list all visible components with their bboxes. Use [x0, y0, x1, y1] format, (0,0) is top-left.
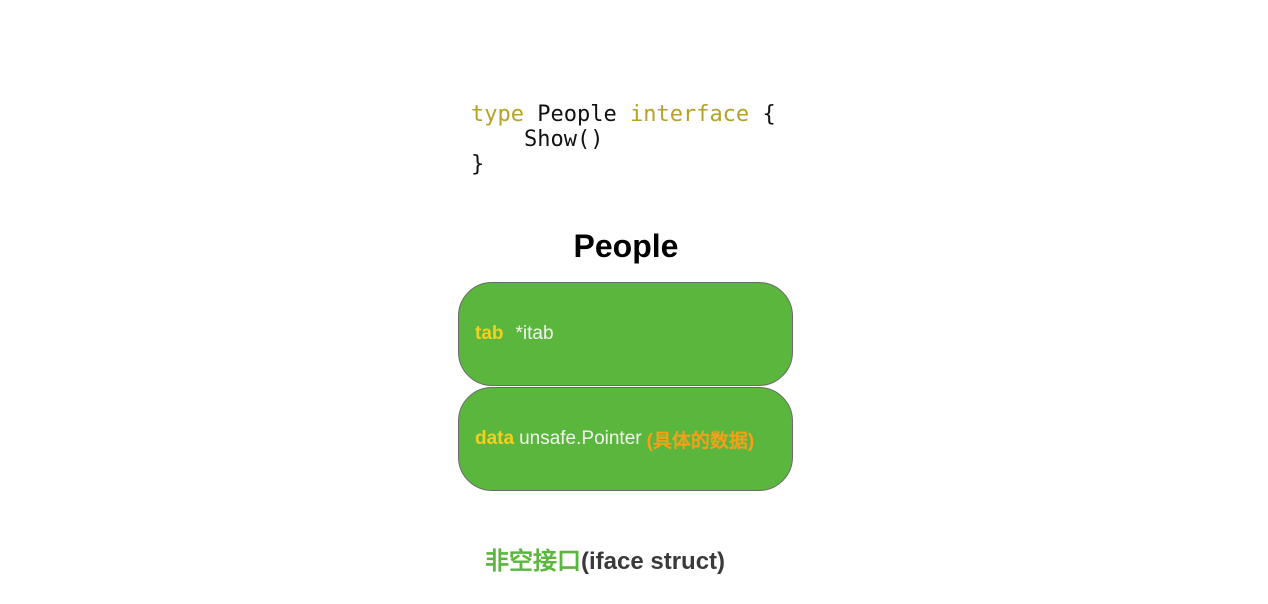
code-type-name: People: [537, 102, 617, 127]
code-method: Show(): [523, 127, 604, 152]
code-line-3: }: [471, 152, 776, 177]
code-keyword-interface: interface: [629, 102, 750, 127]
field-type-tab: *itab: [515, 323, 554, 344]
field-box-data: data unsafe.Pointer (具体的数据): [458, 387, 793, 491]
code-line-2: Show(): [471, 127, 776, 152]
struct-title: People: [573, 228, 679, 264]
caption-chinese: 非空接口: [485, 548, 581, 575]
field-name-tab: tab: [475, 323, 504, 344]
field-box-tab: tab *itab: [458, 282, 793, 386]
code-line-1: type People interface {: [471, 102, 776, 127]
field-note-data: (具体的数据): [646, 430, 755, 452]
field-name-data: data: [475, 428, 515, 449]
field-type-data: unsafe.Pointer: [519, 428, 642, 449]
code-open-brace: {: [762, 102, 776, 127]
code-block: type People interface { Show()}: [471, 102, 776, 177]
caption-english: (iface struct): [581, 548, 726, 575]
code-keyword-type: type: [471, 102, 524, 127]
code-close-brace: }: [471, 152, 485, 177]
caption: 非空接口(iface struct): [485, 541, 725, 576]
